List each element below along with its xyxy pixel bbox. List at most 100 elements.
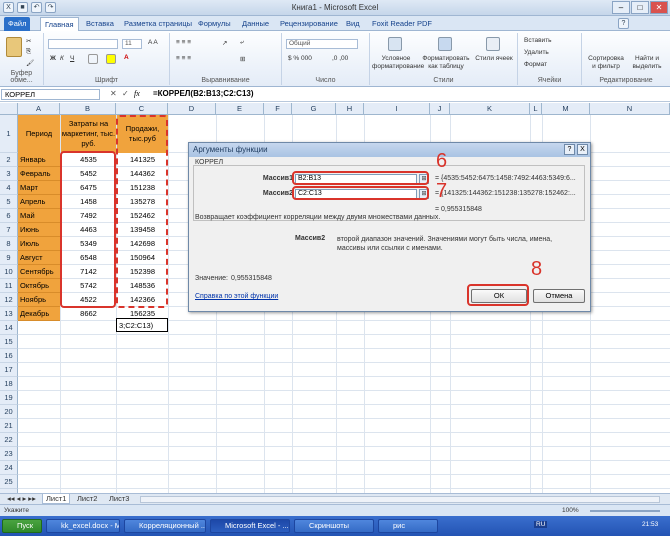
tab-formulas[interactable]: Формулы bbox=[194, 17, 235, 31]
row-header[interactable]: 8 bbox=[0, 237, 18, 251]
tab-data[interactable]: Данные bbox=[238, 17, 273, 31]
column-header[interactable]: H bbox=[336, 103, 364, 115]
column-header[interactable]: J bbox=[430, 103, 450, 115]
start-button[interactable]: Пуск bbox=[2, 519, 42, 533]
zoom-slider[interactable] bbox=[590, 510, 660, 512]
row-header[interactable]: 19 bbox=[0, 391, 18, 405]
enter-formula-icon[interactable]: ✓ bbox=[122, 89, 129, 98]
tab-insert[interactable]: Вставка bbox=[82, 17, 118, 31]
taskbar-item-screenshots[interactable]: Скриншоты bbox=[294, 519, 374, 533]
header-marketing[interactable]: Затраты на маркетинг, тыс. руб. bbox=[61, 115, 116, 153]
find-select-button[interactable]: Найти и выделить bbox=[628, 55, 666, 71]
cell-styles-button[interactable]: Стили ячеек bbox=[474, 55, 514, 63]
sheet-tab-1[interactable]: Лист1 bbox=[42, 494, 71, 504]
column-header[interactable]: D bbox=[168, 103, 216, 115]
font-name-box[interactable] bbox=[48, 39, 118, 49]
edit-cell[interactable]: 3;C2:C13) bbox=[116, 318, 168, 332]
header-period[interactable]: Период bbox=[18, 115, 60, 153]
column-header[interactable]: N bbox=[590, 103, 670, 115]
cancel-button[interactable]: Отмена bbox=[533, 289, 585, 303]
row-header[interactable]: 12 bbox=[0, 293, 18, 307]
underline-icon[interactable]: Ч bbox=[70, 55, 74, 62]
paste-icon[interactable] bbox=[6, 37, 22, 57]
conditional-format-icon[interactable] bbox=[388, 37, 402, 51]
row-header[interactable]: 3 bbox=[0, 167, 18, 181]
cut-icon[interactable]: ✂ bbox=[26, 37, 31, 45]
italic-icon[interactable]: К bbox=[60, 55, 64, 62]
row-header[interactable]: 11 bbox=[0, 279, 18, 293]
insert-function-icon[interactable]: fx bbox=[134, 89, 140, 98]
row-header[interactable]: 18 bbox=[0, 377, 18, 391]
column-header[interactable]: C bbox=[116, 103, 168, 115]
align-left-icon[interactable]: ≡ ≡ ≡ bbox=[176, 55, 191, 62]
help-link[interactable]: Справка по этой функции bbox=[195, 293, 278, 300]
column-header[interactable]: M bbox=[542, 103, 590, 115]
table-cell[interactable]: Апрель bbox=[18, 195, 60, 209]
format-painter-icon[interactable]: 🖌 bbox=[26, 59, 34, 67]
table-cell[interactable]: Ноябрь bbox=[18, 293, 60, 307]
decimal-icon[interactable]: ,0 ,00 bbox=[332, 55, 348, 62]
help-icon[interactable]: ? bbox=[618, 18, 629, 29]
tab-page-layout[interactable]: Разметка страницы bbox=[120, 17, 196, 31]
horizontal-scrollbar[interactable] bbox=[140, 496, 660, 503]
column-header[interactable]: G bbox=[292, 103, 336, 115]
dialog-help-button[interactable]: ? bbox=[564, 144, 575, 155]
taskbar-item-browser[interactable]: Корреляционный ... bbox=[124, 519, 206, 533]
dialog-close-button[interactable]: X bbox=[577, 144, 588, 155]
row-header[interactable]: 24 bbox=[0, 461, 18, 475]
conditional-format-button[interactable]: Условное форматирование bbox=[372, 55, 424, 71]
format-table-button[interactable]: Форматировать как таблицу bbox=[422, 55, 470, 71]
cell-styles-icon[interactable] bbox=[486, 37, 500, 51]
copy-icon[interactable]: ⎘ bbox=[26, 48, 31, 56]
borders-icon[interactable] bbox=[88, 54, 98, 64]
tab-file[interactable]: Файл bbox=[4, 17, 31, 31]
column-header[interactable]: E bbox=[216, 103, 264, 115]
table-cell[interactable]: Июнь bbox=[18, 223, 60, 237]
tab-foxit[interactable]: Foxit Reader PDF bbox=[368, 17, 436, 31]
table-cell[interactable]: Март bbox=[18, 181, 60, 195]
wrap-text-icon[interactable]: ⤶ bbox=[240, 39, 244, 47]
row-header[interactable]: 16 bbox=[0, 349, 18, 363]
taskbar-item-excel[interactable]: Microsoft Excel - ... bbox=[210, 519, 290, 533]
column-header[interactable]: F bbox=[264, 103, 292, 115]
close-button[interactable]: ✕ bbox=[650, 1, 668, 14]
row-header[interactable]: 13 bbox=[0, 307, 18, 321]
sheet-tab-3[interactable]: Лист3 bbox=[106, 494, 132, 504]
language-indicator[interactable]: RU bbox=[534, 521, 548, 528]
sort-filter-button[interactable]: Сортировка и фильтр bbox=[586, 55, 626, 71]
table-cell[interactable]: Май bbox=[18, 209, 60, 223]
row-header[interactable]: 7 bbox=[0, 223, 18, 237]
number-format-box[interactable]: Общий bbox=[286, 39, 358, 49]
cancel-formula-icon[interactable]: ✕ bbox=[110, 89, 117, 98]
row-header[interactable]: 6 bbox=[0, 209, 18, 223]
sheet-nav-icon[interactable]: ◂◂ ◂ ▸ ▸▸ bbox=[4, 494, 39, 504]
align-top-icon[interactable]: ≡ ≡ ≡ bbox=[176, 39, 191, 46]
row-header[interactable]: 20 bbox=[0, 405, 18, 419]
table-cell[interactable]: Сентябрь bbox=[18, 265, 60, 279]
minimize-button[interactable]: – bbox=[612, 1, 630, 14]
row-header[interactable]: 21 bbox=[0, 419, 18, 433]
fill-color-icon[interactable] bbox=[106, 54, 116, 64]
table-cell[interactable]: Июль bbox=[18, 237, 60, 251]
column-header[interactable]: A bbox=[18, 103, 60, 115]
table-cell[interactable]: Февраль bbox=[18, 167, 60, 181]
row-header[interactable]: 14 bbox=[0, 321, 18, 335]
format-cells-button[interactable]: Формат bbox=[524, 61, 547, 68]
row-header[interactable]: 4 bbox=[0, 181, 18, 195]
format-table-icon[interactable] bbox=[438, 37, 452, 51]
table-cell[interactable]: 8662 bbox=[61, 307, 116, 321]
row-header[interactable]: 1 bbox=[0, 115, 18, 153]
column-header[interactable]: B bbox=[60, 103, 116, 115]
table-cell[interactable]: Декабрь bbox=[18, 307, 60, 321]
sheet-tab-2[interactable]: Лист2 bbox=[74, 494, 100, 504]
table-cell[interactable]: Август bbox=[18, 251, 60, 265]
row-header[interactable]: 9 bbox=[0, 251, 18, 265]
row-header[interactable]: 23 bbox=[0, 447, 18, 461]
row-header[interactable]: 17 bbox=[0, 363, 18, 377]
name-box[interactable]: КОРРЕЛ bbox=[1, 89, 100, 100]
select-all-corner[interactable] bbox=[0, 103, 18, 115]
column-header[interactable]: K bbox=[450, 103, 530, 115]
font-size-box[interactable]: 11 bbox=[122, 39, 142, 49]
column-header[interactable]: L bbox=[530, 103, 542, 115]
row-header[interactable]: 25 bbox=[0, 475, 18, 489]
